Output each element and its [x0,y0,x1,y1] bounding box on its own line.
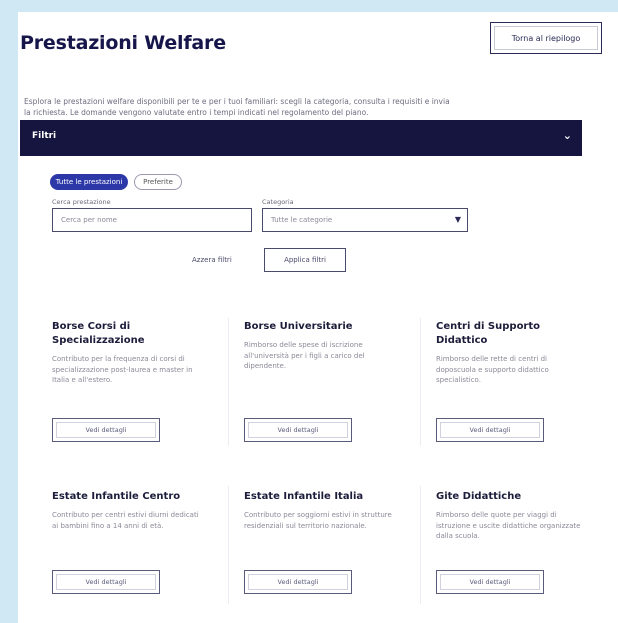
card-title: Borse Corsi di Specializzazione [52,321,145,346]
reset-filters-link[interactable]: Azzera filtri [192,256,232,264]
card-estate-italia: Estate Infantile Italia Contributo per s… [244,490,394,594]
card-details-button[interactable]: Vedi dettagli [436,418,544,442]
chevron-down-icon[interactable]: ⌄ [563,129,572,142]
card-estate-centro: Estate Infantile Centro Contributo per c… [52,490,202,594]
page-title: Prestazioni Welfare [20,32,226,54]
divider [228,318,229,446]
card-gite-didattiche: Gite Didattiche Rimborso delle quote per… [436,490,586,594]
card-desc: Rimborso delle quote per viaggi di istru… [436,511,581,540]
card-details-button[interactable]: Vedi dettagli [244,418,352,442]
card-desc: Rimborso delle rette di centri di doposc… [436,355,549,384]
intro-text: Esplora le prestazioni welfare disponibi… [24,97,450,117]
filter-bar[interactable]: Filtri ⌄ [20,120,582,156]
divider [420,486,421,604]
card-details-button[interactable]: Vedi dettagli [52,418,160,442]
card-borse-universitarie: Borse Universitarie Rimborso delle spese… [244,320,394,442]
card-borse-corsi: Borse Corsi di Specializzazione Contribu… [52,320,202,442]
card-desc: Contributo per centri estivi diurni dedi… [52,511,199,530]
search-label: Cerca prestazione [52,198,111,206]
filter-bar-label: Filtri [32,131,57,141]
card-details-button[interactable]: Vedi dettagli [436,570,544,594]
category-label: Categoria [262,198,294,206]
card-details-button[interactable]: Vedi dettagli [244,570,352,594]
card-centri-supporto: Centri di Supporto Didattico Rimborso de… [436,320,586,442]
pill-all[interactable]: Tutte le prestazioni [50,174,128,190]
divider [420,318,421,446]
card-desc: Contributo per soggiorni estivi in strut… [244,511,392,530]
card-title: Gite Didattiche [436,491,522,502]
card-title: Centri di Supporto Didattico [436,321,541,346]
category-select-value: Tutte le categorie [271,216,333,224]
category-select[interactable]: Tutte le categorie ▼ [262,208,468,232]
card-details-button[interactable]: Vedi dettagli [52,570,160,594]
caret-down-icon: ▼ [454,215,461,224]
card-title: Estate Infantile Italia [244,491,364,502]
card-desc: Contributo per la frequenza di corsi di … [52,355,193,384]
back-to-summary-button[interactable]: Torna al riepilogo [490,22,602,54]
pill-favorites[interactable]: Preferite [134,174,182,190]
divider [228,486,229,604]
card-title: Estate Infantile Centro [52,491,181,502]
apply-filters-button[interactable]: Applica filtri [264,248,346,272]
search-input[interactable]: Cerca per nome [52,208,252,232]
card-desc: Rimborso delle spese di iscrizione all'u… [244,341,365,370]
card-title: Borse Universitarie [244,321,353,332]
